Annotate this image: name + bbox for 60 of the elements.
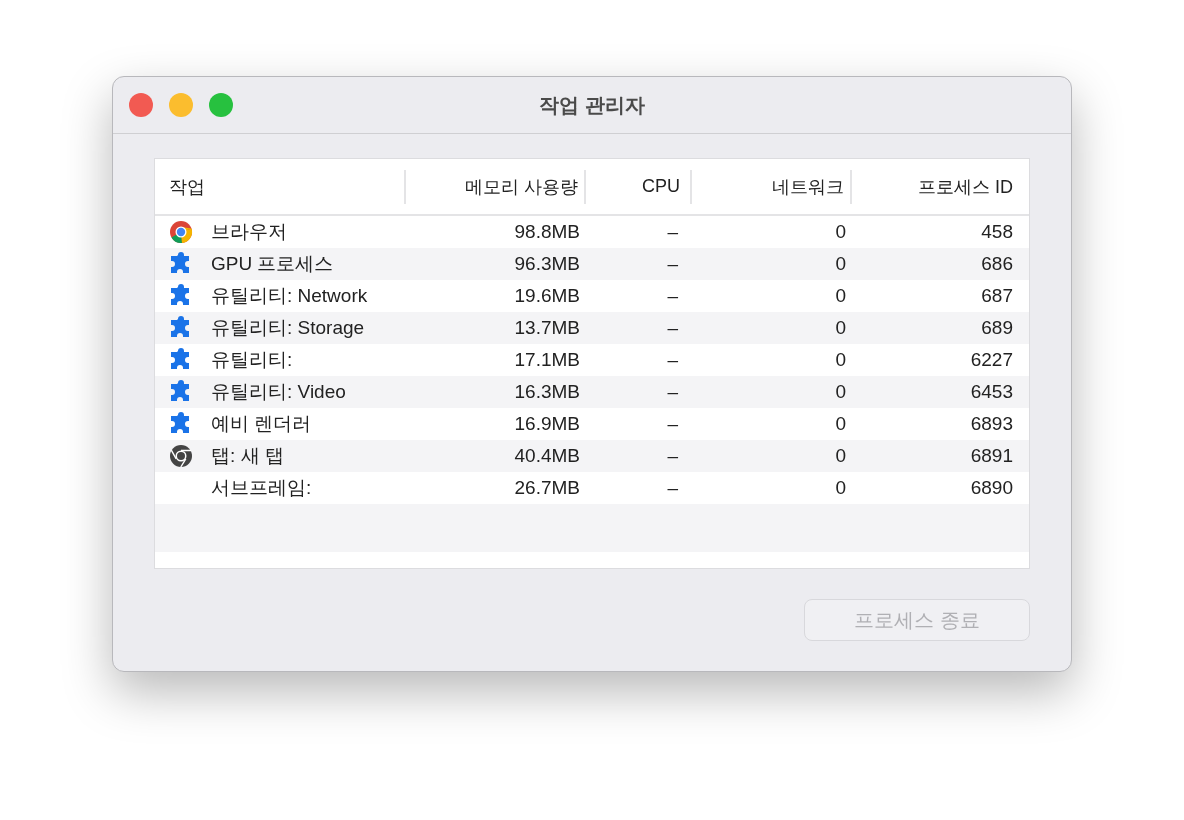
table-cell: 687 <box>981 285 1013 307</box>
table-cell: 16.3MB <box>514 381 580 403</box>
window-title: 작업 관리자 <box>539 92 645 118</box>
table-cell: – <box>667 445 678 467</box>
table-row[interactable]: GPU 프로세스 96.3MB – 0 686 <box>155 248 1029 280</box>
table-cell: – <box>667 477 678 499</box>
table-cell: 0 <box>835 349 846 371</box>
table-cell: – <box>667 221 678 243</box>
table-cell: 40.4MB <box>514 445 580 467</box>
process-name: 유틸리티: Network <box>211 284 368 308</box>
table-cell: 6893 <box>970 413 1013 435</box>
table-cell: 17.1MB <box>514 349 580 371</box>
table-cell: 689 <box>981 317 1013 339</box>
close-button[interactable] <box>129 93 153 117</box>
table-cell: – <box>667 317 678 339</box>
table-cell: 0 <box>835 253 846 275</box>
column-header[interactable]: 프로세스 ID <box>918 174 1013 199</box>
table-row[interactable]: 유틸리티: Storage 13.7MB – 0 689 <box>155 312 1029 344</box>
table-row[interactable]: 탭: 새 탭 40.4MB – 0 6891 <box>155 440 1029 472</box>
process-name: 유틸리티: Storage <box>211 316 365 340</box>
table-cell: 0 <box>835 221 846 243</box>
zoom-button[interactable] <box>209 93 233 117</box>
table-cell: 6453 <box>970 381 1013 403</box>
process-name: GPU 프로세스 <box>211 252 334 276</box>
table-cell: 13.7MB <box>514 317 580 339</box>
table-cell: 686 <box>981 253 1013 275</box>
table-cell: – <box>667 381 678 403</box>
process-name: 유틸리티: <box>211 348 293 372</box>
column-header[interactable]: 메모리 사용량 <box>465 174 578 199</box>
table-row[interactable]: 유틸리티: Video 16.3MB – 0 6453 <box>155 376 1029 408</box>
column-header[interactable]: 네트워크 <box>772 174 844 199</box>
column-header[interactable]: CPU <box>642 176 680 197</box>
process-name: 유틸리티: Video <box>211 380 346 404</box>
process-name: 브라우저 <box>211 220 287 244</box>
table-cell: 16.9MB <box>514 413 580 435</box>
minimize-button[interactable] <box>169 93 193 117</box>
table-cell: 0 <box>835 285 846 307</box>
browser-logo-icon <box>169 444 193 468</box>
browser-logo-icon <box>169 220 193 244</box>
table-cell: 0 <box>835 317 846 339</box>
process-name: 탭: 새 탭 <box>211 444 284 468</box>
column-header[interactable]: 작업 <box>169 174 205 199</box>
table-cell: 98.8MB <box>514 221 580 243</box>
table-cell: 96.3MB <box>514 253 580 275</box>
table-cell: 458 <box>981 221 1013 243</box>
table-cell: 19.6MB <box>514 285 580 307</box>
table-cell: 26.7MB <box>514 477 580 499</box>
table-cell: 0 <box>835 477 846 499</box>
table-cell: 0 <box>835 381 846 403</box>
table-cell: 6227 <box>970 349 1013 371</box>
table-cell: 0 <box>835 445 846 467</box>
table-cell: – <box>667 285 678 307</box>
table-cell: – <box>667 349 678 371</box>
table-cell: 6891 <box>970 445 1013 467</box>
process-name: 예비 렌더러 <box>211 412 312 436</box>
table-cell: – <box>667 253 678 275</box>
table-cell: – <box>667 413 678 435</box>
process-name: 서브프레임: <box>211 476 312 500</box>
table-cell: 6890 <box>970 477 1013 499</box>
table-cell: 0 <box>835 413 846 435</box>
